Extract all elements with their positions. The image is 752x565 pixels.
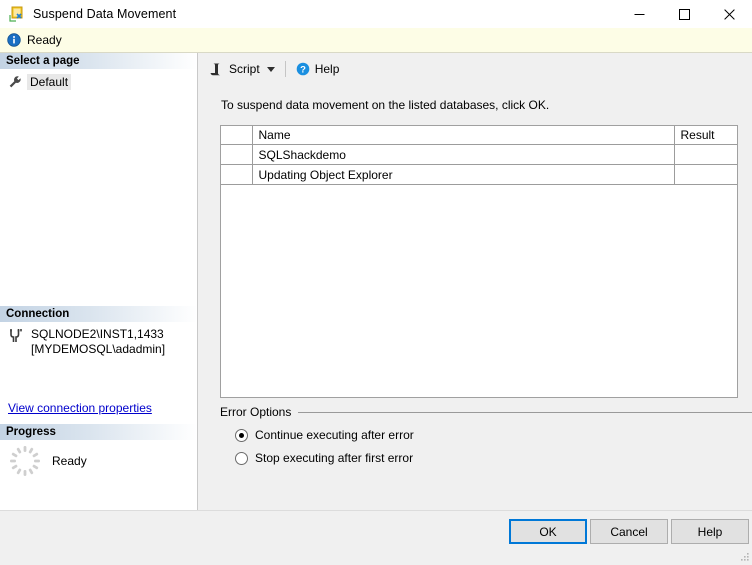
- main-panel: Script ? Help: [198, 53, 752, 563]
- status-text: Ready: [27, 33, 62, 47]
- error-options-group: Error Options Continue executing after e…: [220, 405, 752, 465]
- title-bar: Suspend Data Movement: [0, 0, 752, 28]
- progress-header: Progress: [0, 424, 197, 440]
- script-icon: [209, 62, 224, 77]
- minimize-button[interactable]: [617, 0, 662, 28]
- maximize-icon: [679, 9, 690, 20]
- row-name-cell[interactable]: Updating Object Explorer: [252, 165, 674, 185]
- dialog-footer: OK Cancel Help: [0, 510, 752, 563]
- row-result-cell[interactable]: [674, 165, 737, 185]
- radio-label: Continue executing after error: [255, 428, 414, 442]
- radio-continue-after-error[interactable]: Continue executing after error: [220, 428, 752, 442]
- databases-table: Name Result SQLShackdemo Updating Objec: [221, 126, 737, 185]
- window-title: Suspend Data Movement: [33, 7, 617, 21]
- table-header-row: Name Result: [221, 126, 737, 145]
- connection-info: SQLNODE2\INST1,1433 [MYDEMOSQL\adadmin]: [0, 327, 197, 357]
- server-connection-icon: [8, 328, 24, 344]
- resize-grip[interactable]: [738, 550, 750, 562]
- select-page-header: Select a page: [0, 53, 197, 69]
- help-footer-button[interactable]: Help: [671, 519, 749, 544]
- help-label: Help: [315, 62, 340, 76]
- table-row[interactable]: Updating Object Explorer: [221, 165, 737, 185]
- radio-label: Stop executing after first error: [255, 451, 413, 465]
- wrench-icon: [8, 75, 22, 89]
- row-result-cell[interactable]: [674, 145, 737, 165]
- close-button[interactable]: [707, 0, 752, 28]
- maximize-button[interactable]: [662, 0, 707, 28]
- connection-server: SQLNODE2\INST1,1433: [31, 327, 165, 342]
- column-header-name[interactable]: Name: [252, 126, 674, 145]
- radio-button-indicator[interactable]: [235, 452, 248, 465]
- suspend-data-movement-icon: [9, 6, 25, 22]
- connection-header: Connection: [0, 306, 197, 322]
- error-options-legend: Error Options: [220, 405, 752, 419]
- info-icon: [7, 33, 21, 47]
- progress-status: Ready: [52, 454, 87, 468]
- script-dropdown-button[interactable]: [264, 58, 278, 80]
- toolbar-separator: [285, 61, 286, 77]
- column-header-selector[interactable]: [221, 126, 252, 145]
- row-selector-cell[interactable]: [221, 165, 252, 185]
- script-button[interactable]: Script: [206, 58, 263, 80]
- instruction-text: To suspend data movement on the listed d…: [221, 98, 549, 112]
- cancel-button[interactable]: Cancel: [590, 519, 668, 544]
- radio-button-indicator[interactable]: [235, 429, 248, 442]
- radio-stop-after-first-error[interactable]: Stop executing after first error: [220, 451, 752, 465]
- sidebar-item-default[interactable]: Default: [0, 73, 197, 90]
- toolbar: Script ? Help: [206, 58, 342, 80]
- close-icon: [724, 9, 735, 20]
- error-options-label: Error Options: [220, 405, 298, 419]
- spinner-icon: [8, 444, 42, 478]
- group-divider: [298, 412, 752, 413]
- row-selector-cell[interactable]: [221, 145, 252, 165]
- minimize-icon: [634, 9, 645, 20]
- table-row[interactable]: SQLShackdemo: [221, 145, 737, 165]
- script-label: Script: [229, 62, 260, 76]
- status-bar: Ready: [0, 28, 752, 53]
- sidebar-item-label: Default: [27, 74, 71, 90]
- column-header-result[interactable]: Result: [674, 126, 737, 145]
- window-controls: [617, 0, 752, 28]
- databases-grid[interactable]: Name Result SQLShackdemo Updating Objec: [220, 125, 738, 398]
- view-connection-properties-link[interactable]: View connection properties: [8, 401, 152, 415]
- row-name-cell[interactable]: SQLShackdemo: [252, 145, 674, 165]
- ok-button[interactable]: OK: [509, 519, 587, 544]
- help-circle-icon: ?: [296, 62, 310, 76]
- progress-info: Ready: [8, 444, 87, 478]
- dialog-body: Select a page Default Connection: [0, 53, 752, 563]
- svg-text:?: ?: [300, 65, 306, 76]
- connection-user: [MYDEMOSQL\adadmin]: [31, 342, 165, 357]
- chevron-down-icon: [267, 67, 275, 72]
- sidebar: Select a page Default Connection: [0, 53, 198, 563]
- help-button[interactable]: ? Help: [293, 58, 343, 80]
- suspend-data-movement-dialog: Suspend Data Movement: [0, 0, 752, 563]
